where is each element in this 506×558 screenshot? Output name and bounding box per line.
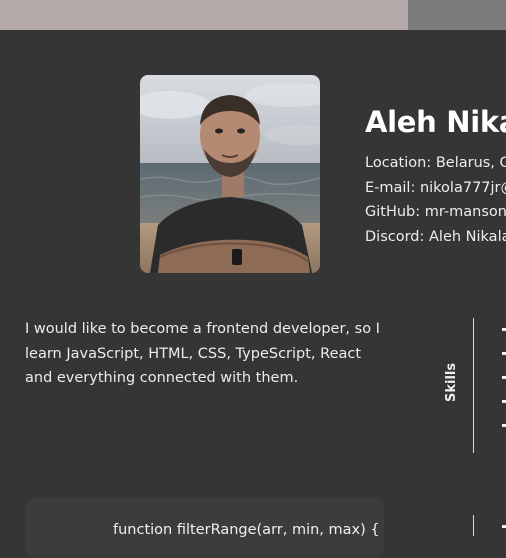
skill-list-bullet bbox=[502, 376, 506, 379]
skill-list-bullet bbox=[502, 352, 506, 355]
about-text: I would like to become a frontend develo… bbox=[25, 321, 380, 386]
skills-section-label: Skills bbox=[444, 362, 459, 402]
code-section-divider bbox=[473, 515, 474, 536]
top-bar bbox=[0, 0, 506, 30]
profile-photo-image bbox=[140, 75, 320, 273]
contact-github[interactable]: GitHub: mr-manson bbox=[365, 200, 506, 225]
profile-name: Aleh Nika bbox=[365, 105, 506, 139]
contact-email[interactable]: E-mail: nikola777jr@ bbox=[365, 176, 506, 201]
skill-list-bullet bbox=[502, 400, 506, 403]
code-section-bullet bbox=[502, 525, 506, 528]
skill-list-bullet bbox=[502, 424, 506, 427]
profile-photo bbox=[140, 75, 320, 273]
skills-divider bbox=[473, 318, 474, 453]
contact-discord: Discord: Aleh Nikala bbox=[365, 228, 506, 245]
top-bar-right-segment bbox=[408, 0, 506, 30]
contact-location: Location: Belarus, G bbox=[365, 155, 506, 171]
skill-list-bullet bbox=[502, 328, 506, 331]
top-bar-left-segment bbox=[0, 0, 408, 30]
contact-list: Location: Belarus, G E-mail: nikola777jr… bbox=[365, 151, 506, 249]
